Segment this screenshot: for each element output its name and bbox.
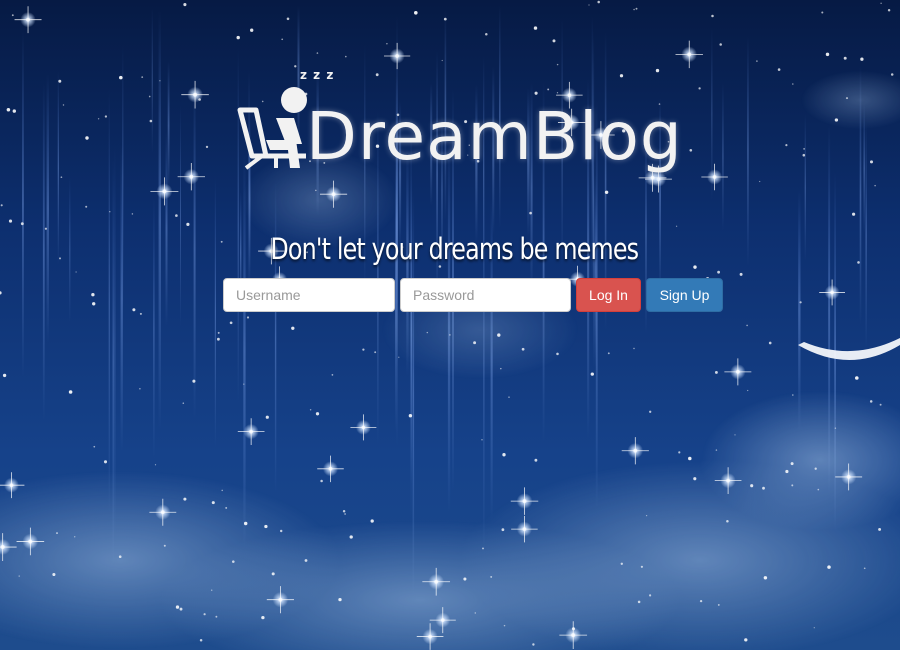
signup-button[interactable]: Sign Up: [646, 278, 723, 312]
password-input[interactable]: [400, 278, 571, 312]
brand-name: DreamBlog: [306, 98, 683, 175]
username-input[interactable]: [223, 278, 395, 312]
tagline: Don't let your dreams be memes: [270, 232, 639, 266]
crescent-moon: [798, 338, 900, 360]
dreamblog-logo: z z z DreamBlog: [236, 64, 682, 194]
zzz-mark: z z z: [300, 68, 335, 82]
login-form: Log In Sign Up: [223, 278, 723, 312]
login-button[interactable]: Log In: [576, 278, 641, 312]
